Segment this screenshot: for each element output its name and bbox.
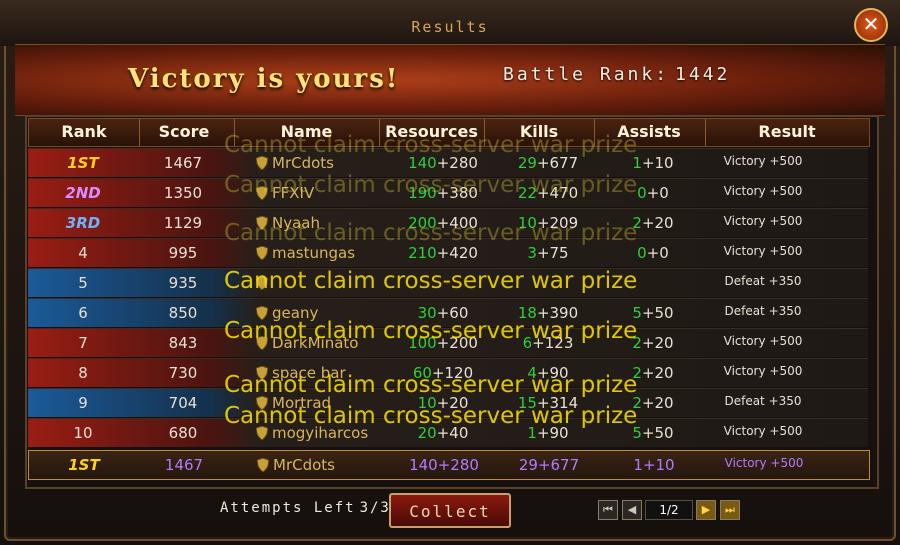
overlay-message: Cannot claim cross-server war prize xyxy=(224,268,638,294)
row-name: mastungas xyxy=(256,244,396,262)
close-button[interactable]: ✕ xyxy=(854,8,888,42)
row-result: Defeat +350 xyxy=(724,274,802,288)
self-name: MrCdots xyxy=(257,456,397,474)
attempts-label: Attempts Left xyxy=(220,500,356,516)
row-score: 850 xyxy=(168,304,198,322)
page-info: 1/2 xyxy=(645,500,693,520)
row-rank: 5 xyxy=(78,274,88,292)
col-result: Result xyxy=(758,122,816,141)
row-score: 680 xyxy=(168,424,198,442)
overlay-message: Cannot claim cross-server war prize xyxy=(224,403,638,429)
attempts-value: 3/3 xyxy=(359,500,391,516)
row-score: 995 xyxy=(168,244,198,262)
attempts-left: Attempts Left 3/3 xyxy=(220,500,391,516)
shield-icon xyxy=(256,156,268,170)
row-rank: 1ST xyxy=(67,154,99,172)
first-page-icon[interactable]: ⏮ xyxy=(598,500,618,520)
row-rank: 2ND xyxy=(65,184,101,202)
battle-rank-value: 1442 xyxy=(675,64,731,85)
overlay-message: Cannot claim cross-server war prize xyxy=(224,132,638,158)
row-result: Defeat +350 xyxy=(724,304,802,318)
row-score: 1350 xyxy=(163,184,203,202)
row-result: Victory +500 xyxy=(723,184,803,198)
window-title: Results xyxy=(411,18,489,36)
row-score: 1467 xyxy=(163,154,203,172)
row-rank: 7 xyxy=(78,334,88,352)
row-result: Victory +500 xyxy=(723,424,803,438)
shield-icon xyxy=(256,246,268,260)
self-score: 1467 xyxy=(164,456,204,474)
row-result: Victory +500 xyxy=(723,244,803,258)
row-rank: 4 xyxy=(78,244,88,262)
overlay-message: Cannot claim cross-server war prize xyxy=(224,372,638,398)
self-result: Victory +500 xyxy=(724,456,804,470)
col-score: Score xyxy=(158,122,210,141)
row-score: 935 xyxy=(168,274,198,292)
row-result: Defeat +350 xyxy=(724,394,802,408)
overlay-message: Cannot claim cross-server war prize xyxy=(224,172,638,198)
row-score: 730 xyxy=(168,364,198,382)
next-page-icon[interactable]: ▶ xyxy=(696,500,716,520)
row-result: Victory +500 xyxy=(723,334,803,348)
victory-text: Victory is yours! xyxy=(128,64,400,94)
prev-page-icon[interactable]: ◀ xyxy=(622,500,642,520)
battle-rank: Battle Rank: 1442 xyxy=(503,64,730,85)
row-result: Victory +500 xyxy=(723,364,803,378)
row-score: 704 xyxy=(168,394,198,412)
battle-rank-label: Battle Rank: xyxy=(503,64,670,85)
overlay-message: Cannot claim cross-server war prize xyxy=(224,220,638,246)
row-score: 1129 xyxy=(163,214,203,232)
row-rank: 9 xyxy=(78,394,88,412)
row-rank: 3RD xyxy=(65,214,101,232)
overlay-message: Cannot claim cross-server war prize xyxy=(224,318,638,344)
row-rank: 8 xyxy=(78,364,88,382)
last-page-icon[interactable]: ⏭ xyxy=(720,500,740,520)
row-result: Victory +500 xyxy=(723,154,803,168)
self-row: 1ST 1467 MrCdots 140+280 29+677 1+10 Vic… xyxy=(28,450,870,480)
row-rank: 10 xyxy=(73,424,93,442)
row-score: 843 xyxy=(168,334,198,352)
row-result: Victory +500 xyxy=(723,214,803,228)
collect-button[interactable]: Collect xyxy=(389,493,511,528)
row-rank: 6 xyxy=(78,304,88,322)
self-rank: 1ST xyxy=(68,456,100,474)
shield-icon xyxy=(257,458,269,472)
col-rank: Rank xyxy=(61,122,107,141)
